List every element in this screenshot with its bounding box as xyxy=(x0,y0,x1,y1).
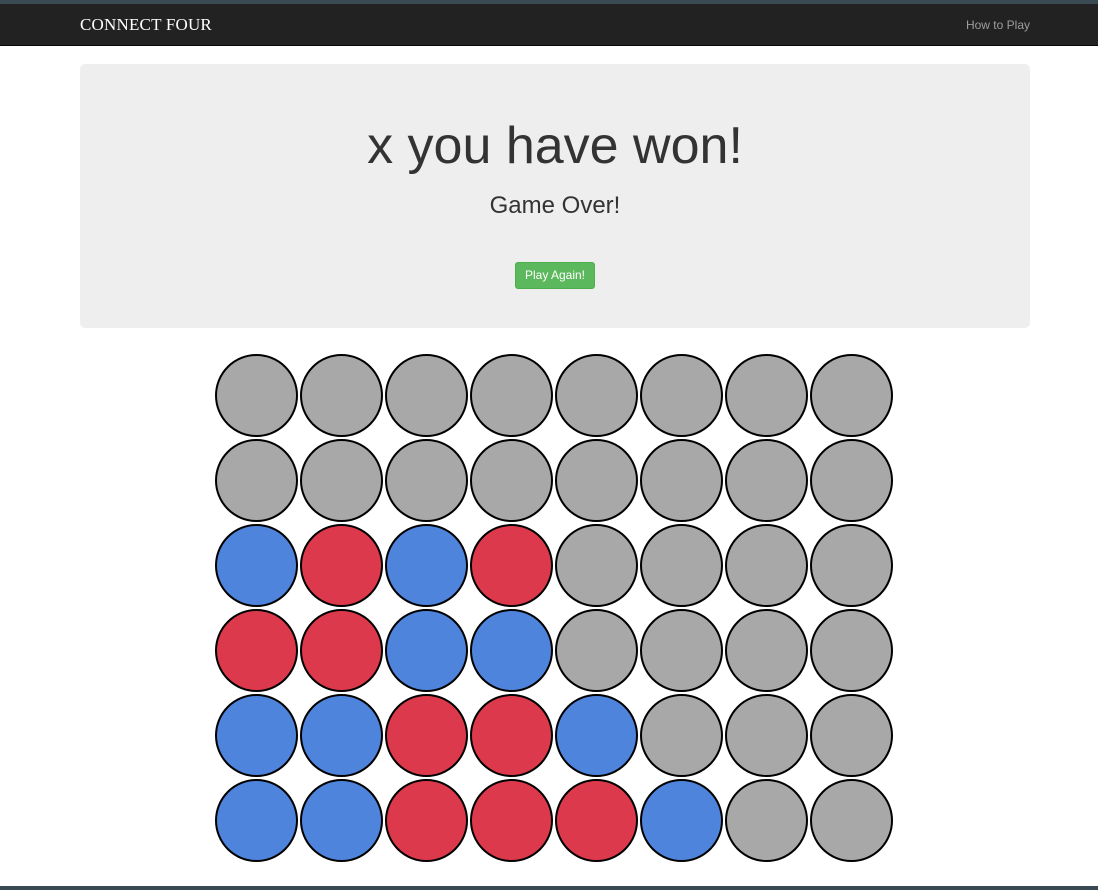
how-to-play-link[interactable]: How to Play xyxy=(966,18,1030,32)
board-cell-red[interactable] xyxy=(300,609,383,692)
board-cell-empty[interactable] xyxy=(725,439,808,522)
board-cell-empty[interactable] xyxy=(810,524,893,607)
play-again-button[interactable]: Play Again! xyxy=(515,262,595,289)
board-cell-red[interactable] xyxy=(470,694,553,777)
board-cell-red[interactable] xyxy=(470,524,553,607)
board-cell-empty[interactable] xyxy=(640,609,723,692)
game-over-banner: x you have won! Game Over! Play Again! xyxy=(80,64,1030,328)
board-cell-blue[interactable] xyxy=(385,609,468,692)
board-cell-red[interactable] xyxy=(555,779,638,862)
board-cell-empty[interactable] xyxy=(300,354,383,437)
board-cell-empty[interactable] xyxy=(470,354,553,437)
board-cell-empty[interactable] xyxy=(810,439,893,522)
board-cell-empty[interactable] xyxy=(555,609,638,692)
board-cell-empty[interactable] xyxy=(215,439,298,522)
board-cell-empty[interactable] xyxy=(725,779,808,862)
board-cell-empty[interactable] xyxy=(725,354,808,437)
board-cell-empty[interactable] xyxy=(215,354,298,437)
board-cell-red[interactable] xyxy=(470,779,553,862)
winner-message: x you have won! xyxy=(367,117,743,175)
window-bottom-border xyxy=(0,886,1098,890)
board-cell-blue[interactable] xyxy=(385,524,468,607)
board-cell-blue[interactable] xyxy=(215,694,298,777)
game-board xyxy=(215,354,895,864)
board-cell-empty[interactable] xyxy=(300,439,383,522)
board-cell-empty[interactable] xyxy=(640,694,723,777)
navbar: CONNECT FOUR How to Play xyxy=(0,4,1098,46)
board-cell-empty[interactable] xyxy=(725,609,808,692)
board-cell-empty[interactable] xyxy=(810,354,893,437)
board-cell-empty[interactable] xyxy=(640,354,723,437)
board-cell-empty[interactable] xyxy=(385,439,468,522)
board-cell-empty[interactable] xyxy=(810,609,893,692)
board-cell-blue[interactable] xyxy=(215,779,298,862)
board-cell-empty[interactable] xyxy=(640,524,723,607)
board-cell-red[interactable] xyxy=(300,524,383,607)
board-cell-blue[interactable] xyxy=(555,694,638,777)
board-cell-empty[interactable] xyxy=(725,694,808,777)
board-cell-empty[interactable] xyxy=(810,694,893,777)
board-cell-red[interactable] xyxy=(385,779,468,862)
board-cell-blue[interactable] xyxy=(300,694,383,777)
board-cell-blue[interactable] xyxy=(215,524,298,607)
board-cell-empty[interactable] xyxy=(470,439,553,522)
board-cell-red[interactable] xyxy=(215,609,298,692)
board-cell-blue[interactable] xyxy=(470,609,553,692)
board-cell-red[interactable] xyxy=(385,694,468,777)
board-cell-empty[interactable] xyxy=(385,354,468,437)
board-cell-empty[interactable] xyxy=(640,439,723,522)
board-cell-blue[interactable] xyxy=(640,779,723,862)
brand-title[interactable]: CONNECT FOUR xyxy=(80,15,212,35)
game-over-text: Game Over! xyxy=(489,192,621,219)
board-cell-blue[interactable] xyxy=(300,779,383,862)
board-cell-empty[interactable] xyxy=(555,524,638,607)
board-cell-empty[interactable] xyxy=(725,524,808,607)
board-cell-empty[interactable] xyxy=(555,354,638,437)
board-cell-empty[interactable] xyxy=(810,779,893,862)
board-cell-empty[interactable] xyxy=(555,439,638,522)
